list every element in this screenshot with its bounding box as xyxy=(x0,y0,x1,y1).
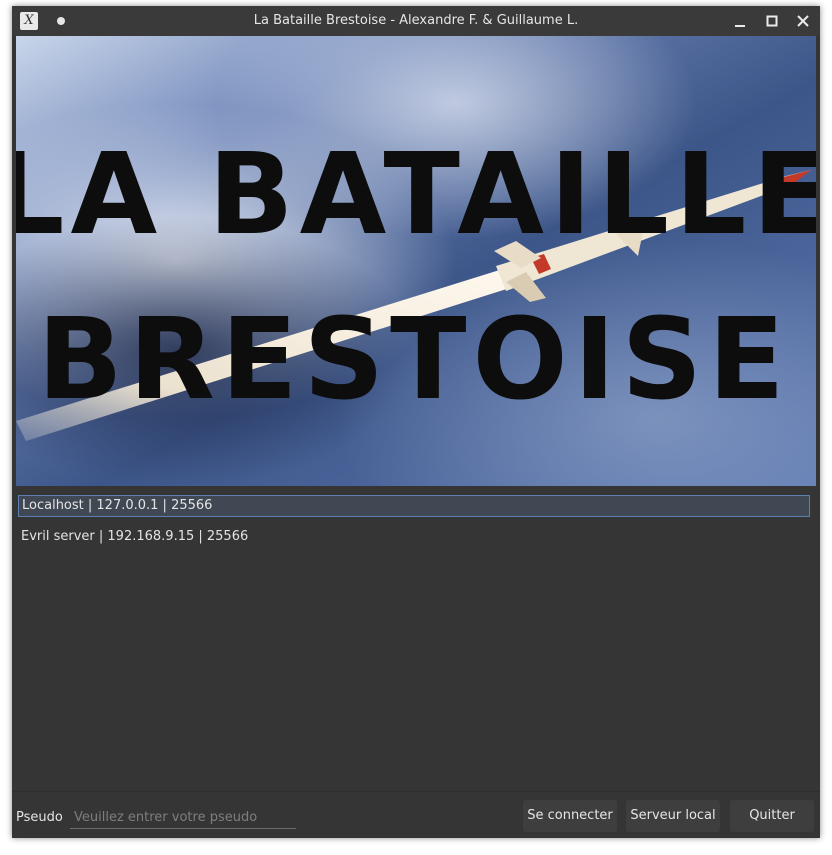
pseudo-input[interactable] xyxy=(70,806,296,829)
bottom-toolbar: Pseudo Se connecter Serveur local Quitte… xyxy=(12,791,820,838)
minimize-icon[interactable] xyxy=(730,11,750,31)
banner-title-line2: BRESTOISE xyxy=(37,295,790,425)
connect-button[interactable]: Se connecter xyxy=(523,800,617,832)
banner-artwork: LA BATAILLE BRESTOISE xyxy=(16,36,816,486)
title-banner-image: LA BATAILLE BRESTOISE xyxy=(16,36,816,486)
app-window: X La Bataille Brestoise - Alexandre F. &… xyxy=(12,6,820,838)
close-icon[interactable] xyxy=(793,11,813,31)
maximize-icon[interactable] xyxy=(762,11,782,31)
server-list[interactable]: Localhost | 127.0.0.1 | 25566 Evril serv… xyxy=(16,491,816,791)
window-title: La Bataille Brestoise - Alexandre F. & G… xyxy=(253,13,579,28)
server-list-item-localhost[interactable]: Localhost | 127.0.0.1 | 25566 xyxy=(18,495,810,517)
pseudo-label: Pseudo xyxy=(16,810,63,825)
quit-button[interactable]: Quitter xyxy=(730,800,814,832)
local-server-button[interactable]: Serveur local xyxy=(626,800,720,832)
title-bar[interactable]: X La Bataille Brestoise - Alexandre F. &… xyxy=(12,6,820,36)
banner-title-line1: LA BATAILLE xyxy=(16,130,816,260)
server-list-item-evril[interactable]: Evril server | 192.168.9.15 | 25566 xyxy=(18,526,810,548)
